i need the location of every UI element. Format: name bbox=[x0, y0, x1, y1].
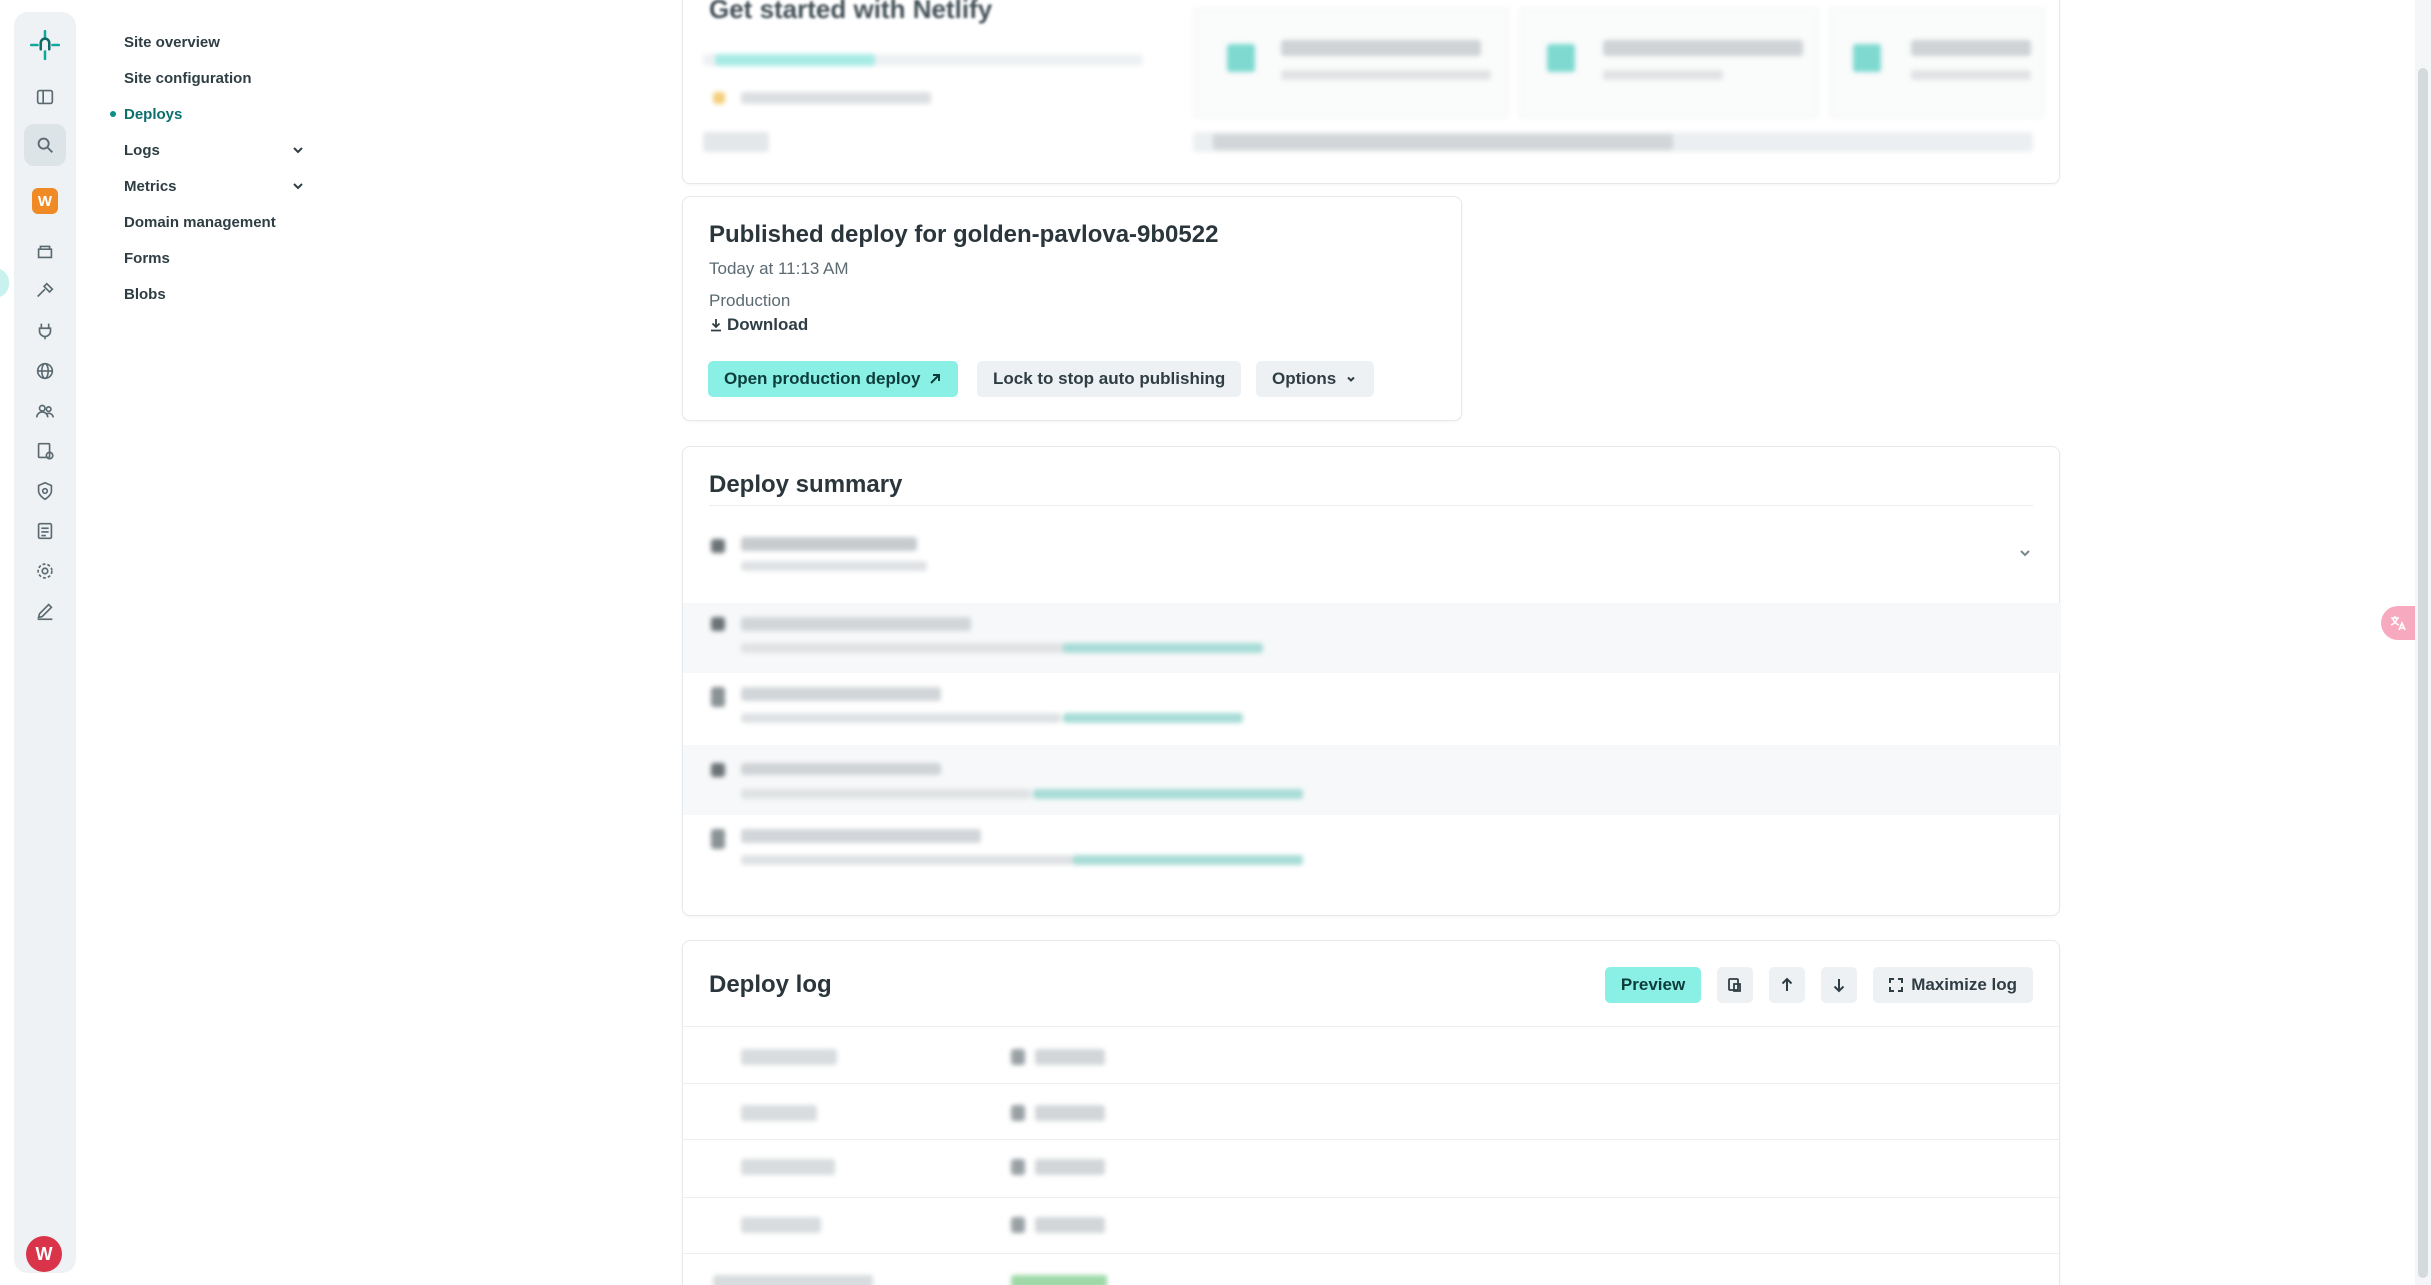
docs-icon[interactable] bbox=[24, 510, 66, 552]
page-scrollbar[interactable] bbox=[2415, 0, 2431, 1285]
divider bbox=[683, 1083, 2059, 1084]
copy-log-button[interactable] bbox=[1717, 967, 1754, 1003]
user-avatar[interactable]: W bbox=[26, 1236, 62, 1272]
site-nav: Site overview Site configuration Deploys… bbox=[106, 24, 306, 312]
integrations-icon[interactable] bbox=[24, 310, 66, 352]
published-deploy-title: Published deploy for golden-pavlova-9b05… bbox=[709, 221, 1219, 248]
nav-label: Forms bbox=[124, 249, 170, 267]
globe-icon[interactable] bbox=[24, 350, 66, 392]
nav-label: Blobs bbox=[124, 285, 166, 303]
published-deploy-card: Published deploy for golden-pavlova-9b05… bbox=[682, 196, 1462, 421]
scroll-to-bottom-button[interactable] bbox=[1821, 967, 1858, 1003]
divider bbox=[709, 505, 2033, 506]
download-icon bbox=[711, 319, 721, 332]
options-button[interactable]: Options bbox=[1256, 361, 1375, 397]
nav-label: Deploys bbox=[124, 105, 183, 123]
translate-icon bbox=[2390, 616, 2406, 631]
maximize-log-button[interactable]: Maximize log bbox=[1873, 967, 2033, 1003]
deploy-summary-card: Deploy summary bbox=[682, 446, 2061, 916]
collapse-handle[interactable] bbox=[0, 268, 9, 298]
nav-label: Metrics bbox=[124, 177, 177, 195]
maximize-icon bbox=[1889, 978, 1904, 992]
sidebar-toggle-icon[interactable] bbox=[24, 76, 66, 118]
settings-icon[interactable] bbox=[24, 550, 66, 592]
get-started-title: Get started with Netlify bbox=[709, 0, 993, 24]
builds-icon[interactable] bbox=[24, 270, 66, 312]
lock-auto-publishing-button[interactable]: Lock to stop auto publishing bbox=[977, 361, 1242, 397]
team-switcher[interactable]: W bbox=[24, 180, 66, 222]
external-arrow-icon bbox=[930, 374, 941, 384]
deploy-context: Production bbox=[709, 291, 791, 310]
search-icon[interactable] bbox=[24, 124, 66, 166]
edit-icon[interactable] bbox=[24, 590, 66, 632]
summary-row[interactable] bbox=[683, 603, 2061, 673]
netlify-logo-icon[interactable] bbox=[24, 24, 66, 66]
chevron-down-icon[interactable] bbox=[2017, 545, 2033, 561]
button-label: Preview bbox=[1620, 975, 1686, 994]
translate-widget[interactable] bbox=[2381, 606, 2415, 640]
get-started-panel: Get started with Netlify bbox=[682, 0, 2060, 184]
chevron-down-icon bbox=[1347, 376, 1355, 382]
arrow-up-icon bbox=[1781, 977, 1793, 991]
summary-row[interactable] bbox=[683, 817, 2061, 887]
nav-blobs[interactable]: Blobs bbox=[106, 276, 306, 312]
button-label: Open production deploy bbox=[724, 369, 921, 388]
nav-domain-management[interactable]: Domain management bbox=[106, 204, 306, 240]
divider bbox=[683, 1253, 2059, 1254]
deploy-timestamp: Today at 11:13 AM bbox=[709, 259, 849, 278]
chevron-down-icon bbox=[293, 183, 303, 190]
nav-site-configuration[interactable]: Site configuration bbox=[106, 60, 306, 96]
arrow-down-icon bbox=[1833, 979, 1845, 993]
nav-deploys[interactable]: Deploys bbox=[106, 96, 306, 132]
button-label: Options bbox=[1272, 369, 1337, 388]
security-icon[interactable] bbox=[24, 470, 66, 512]
members-icon[interactable] bbox=[24, 390, 66, 432]
nav-forms[interactable]: Forms bbox=[106, 240, 306, 276]
download-link[interactable]: Download bbox=[709, 315, 808, 335]
scrollbar-thumb[interactable] bbox=[2418, 68, 2428, 1278]
chevron-down-icon bbox=[293, 147, 303, 154]
scroll-to-top-button[interactable] bbox=[1769, 967, 1806, 1003]
copy-icon bbox=[1728, 978, 1742, 992]
billing-icon[interactable] bbox=[24, 430, 66, 472]
button-label: Maximize log bbox=[1911, 975, 2017, 994]
open-production-deploy-button[interactable]: Open production deploy bbox=[708, 361, 959, 397]
summary-row[interactable] bbox=[683, 745, 2061, 815]
nav-metrics[interactable]: Metrics bbox=[106, 168, 306, 204]
nav-site-overview[interactable]: Site overview bbox=[106, 24, 306, 60]
summary-row[interactable] bbox=[683, 673, 2061, 743]
divider bbox=[683, 1197, 2059, 1198]
nav-logs[interactable]: Logs bbox=[106, 132, 306, 168]
download-label: Download bbox=[727, 315, 809, 334]
divider bbox=[683, 1026, 2059, 1027]
active-indicator bbox=[110, 111, 116, 117]
button-label: Lock to stop auto publishing bbox=[993, 369, 1226, 388]
summary-row[interactable] bbox=[683, 511, 2061, 581]
projects-icon[interactable] bbox=[24, 230, 66, 272]
deploy-summary-title: Deploy summary bbox=[709, 471, 903, 498]
nav-label: Domain management bbox=[124, 213, 276, 231]
preview-button[interactable]: Preview bbox=[1604, 967, 1702, 1003]
nav-label: Logs bbox=[124, 141, 160, 159]
icon-rail: W W bbox=[14, 12, 76, 1273]
nav-label: Site overview bbox=[124, 33, 220, 51]
deploy-log-title: Deploy log bbox=[709, 971, 832, 998]
deploy-log-card: Deploy log Preview Maximize log bbox=[682, 940, 2060, 1285]
divider bbox=[683, 1139, 2059, 1140]
nav-label: Site configuration bbox=[124, 69, 252, 87]
team-badge: W bbox=[32, 188, 58, 214]
log-toolbar: Preview Maximize log bbox=[1604, 967, 2033, 1003]
